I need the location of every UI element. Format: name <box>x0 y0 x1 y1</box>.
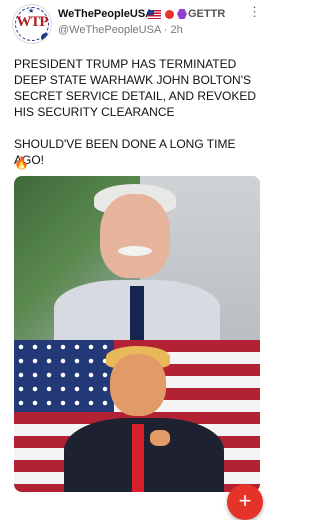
handle-and-time: @WeThePeopleUSA · 2h <box>58 24 183 36</box>
post-text: PRESIDENT TRUMP HAS TERMINATED DEEP STAT… <box>14 57 257 167</box>
pointing-hand <box>150 430 170 446</box>
fire-emoji: 🔥 <box>14 156 29 170</box>
face <box>110 354 166 416</box>
post-image[interactable] <box>14 176 260 492</box>
more-options-icon[interactable]: ⋮ <box>248 4 262 20</box>
suit <box>64 418 224 492</box>
tie <box>130 286 144 340</box>
flag-canton <box>14 340 114 412</box>
tie <box>132 424 144 492</box>
post-header: ★ WTP WeThePeopleUSA GETTR @WeThePeopleU… <box>0 0 274 44</box>
photo-trump <box>14 340 260 492</box>
moustache <box>118 246 152 256</box>
handle[interactable]: @WeThePeopleUSA <box>58 24 161 36</box>
display-name[interactable]: WeThePeopleUSA <box>58 8 153 20</box>
timestamp: · 2h <box>163 24 183 36</box>
platform-label: GETTR <box>188 8 226 20</box>
verified-badge-icon <box>165 10 174 19</box>
seal-icon <box>41 33 50 42</box>
gettr-logo-icon <box>177 9 187 19</box>
face <box>100 194 170 278</box>
photo-bolton <box>14 176 260 350</box>
us-flag-icon <box>148 10 161 19</box>
avatar[interactable]: ★ WTP <box>12 4 52 44</box>
compose-button[interactable]: + <box>227 484 263 520</box>
avatar-logo-text: WTP <box>16 14 48 30</box>
